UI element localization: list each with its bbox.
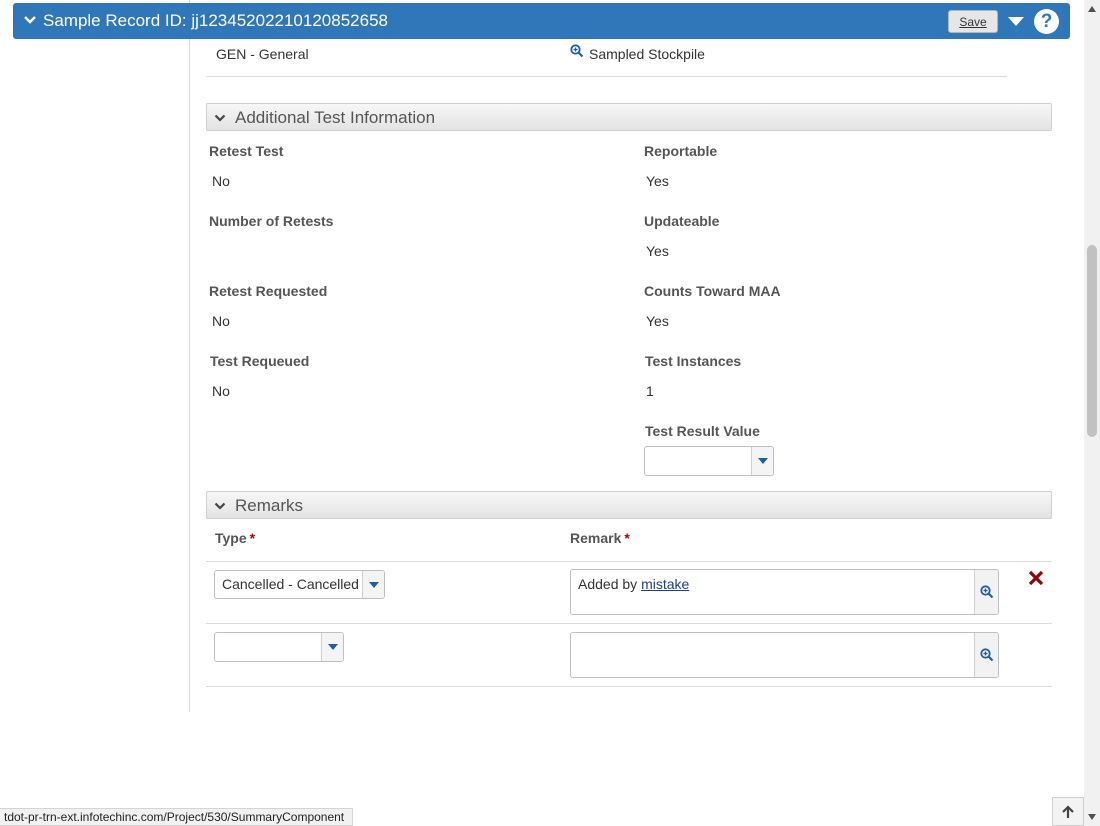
delete-remark-icon[interactable] (1028, 570, 1044, 586)
expand-remark-button[interactable] (974, 633, 998, 677)
remark-type-selected: Cancelled - Cancelled (222, 576, 359, 592)
remark-text-link[interactable]: mistake (641, 576, 689, 592)
section-header-additional-test[interactable]: Additional Test Information (206, 103, 1052, 131)
counts-toward-maa-label: Counts Toward MAA (644, 283, 781, 299)
status-bar-url: tdot-pr-trn-ext.infotechinc.com/Project/… (0, 808, 354, 826)
type-column-header: Type * (215, 530, 256, 546)
remark-type-select[interactable] (214, 632, 344, 662)
section-title: Additional Test Information (235, 108, 436, 127)
row-divider (206, 686, 1052, 687)
test-instances-label: Test Instances (645, 353, 742, 369)
test-instances-value: 1 (646, 383, 654, 399)
vertical-scrollbar[interactable] (1084, 0, 1100, 826)
back-to-top-button[interactable] (1052, 797, 1084, 826)
number-of-retests-label: Number of Retests (209, 213, 334, 229)
save-button[interactable]: Save (948, 10, 998, 33)
remark-text: Added by mistake (578, 576, 690, 592)
page: Sample Record ID: jj12345202210120852658… (0, 0, 1100, 826)
remark-textarea[interactable]: Added by mistake (570, 569, 999, 615)
caret-down-icon (758, 458, 768, 464)
required-marker: * (624, 530, 630, 546)
section-title: Remarks (235, 496, 304, 515)
retest-requested-value: No (212, 313, 230, 329)
reportable-label: Reportable (644, 143, 718, 159)
retest-test-label: Retest Test (209, 143, 284, 159)
zoom-in-icon (980, 585, 994, 599)
scroll-up-arrow-icon[interactable] (1087, 5, 1097, 13)
actions-menu-caret-icon[interactable] (1007, 15, 1025, 27)
dropdown-toggle[interactable] (321, 633, 343, 661)
arrow-up-icon (1062, 804, 1074, 818)
dropdown-toggle[interactable] (751, 447, 773, 475)
record-title: Sample Record ID: jj12345202210120852658 (43, 11, 388, 30)
help-icon[interactable]: ? (1034, 9, 1059, 34)
remark-column-header: Remark * (570, 530, 630, 546)
row-divider (206, 561, 1052, 562)
chevron-down-icon[interactable] (23, 13, 37, 27)
counts-toward-maa-value: Yes (646, 313, 669, 329)
section-header-remarks[interactable]: Remarks (206, 491, 1052, 519)
scrollbar-thumb[interactable] (1087, 245, 1097, 437)
stockpile-link[interactable]: Sampled Stockpile (589, 46, 705, 62)
caret-down-icon (369, 581, 379, 588)
required-marker: * (249, 530, 256, 546)
row-divider (206, 623, 1052, 624)
test-requeued-label: Test Requeued (210, 353, 310, 369)
zoom-in-icon[interactable] (570, 44, 584, 58)
reportable-value: Yes (646, 173, 669, 189)
scroll-down-arrow-icon[interactable] (1087, 813, 1097, 821)
test-requeued-value: No (212, 383, 230, 399)
test-result-value-select[interactable] (644, 446, 774, 476)
chevron-down-icon (214, 502, 226, 510)
updateable-value: Yes (646, 243, 669, 259)
general-info-row: GEN - General Sampled Stockpile (206, 40, 1007, 77)
retest-requested-label: Retest Requested (209, 283, 328, 299)
dropdown-toggle[interactable] (362, 571, 384, 598)
zoom-in-icon (980, 648, 994, 662)
left-gutter (0, 0, 190, 712)
retest-test-value: No (212, 173, 230, 189)
record-header-bar: Sample Record ID: jj12345202210120852658… (13, 3, 1070, 39)
expand-remark-button[interactable] (974, 570, 998, 614)
remark-type-select[interactable]: Cancelled - Cancelled (214, 570, 385, 599)
category-value: GEN - General (216, 46, 309, 62)
updateable-label: Updateable (644, 213, 720, 229)
test-result-value-label: Test Result Value (645, 423, 760, 439)
remark-textarea[interactable] (570, 632, 999, 678)
chevron-down-icon (214, 114, 226, 122)
caret-down-icon (328, 644, 338, 650)
